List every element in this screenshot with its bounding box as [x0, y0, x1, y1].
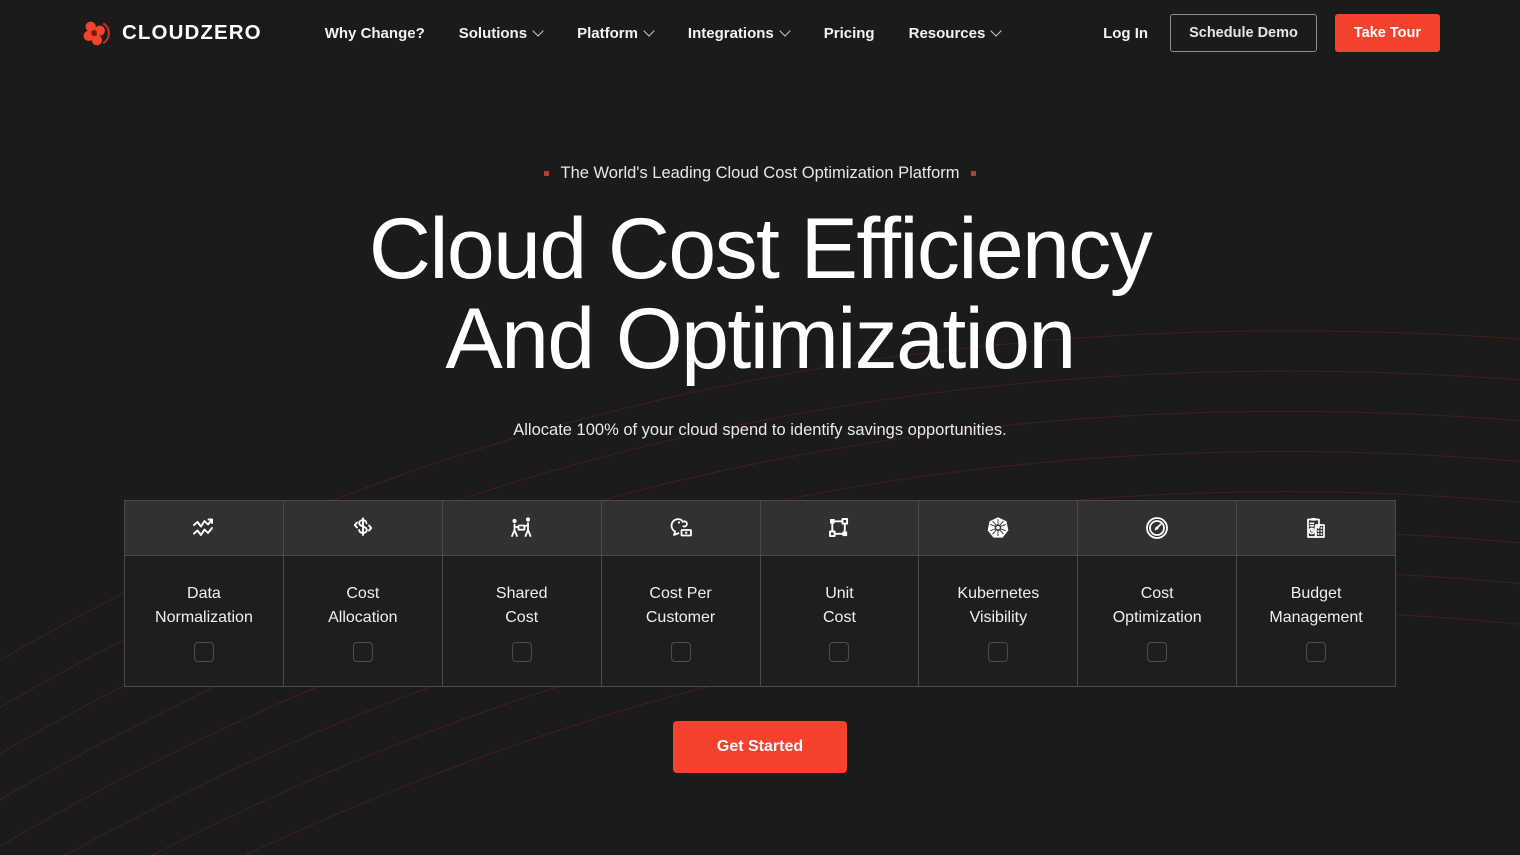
- hero-section: The World's Leading Cloud Cost Optimizat…: [0, 66, 1520, 440]
- nav-label: Why Change?: [324, 24, 425, 42]
- feature-card-shared-cost[interactable]: Shared Cost: [442, 501, 602, 686]
- nav-label: Platform: [577, 24, 638, 42]
- hero-eyebrow: The World's Leading Cloud Cost Optimizat…: [544, 164, 976, 183]
- gauge-icon: [1146, 517, 1169, 539]
- feature-icon-band: [919, 501, 1078, 556]
- dollar-sign-icon: [353, 517, 372, 536]
- feature-card-kubernetes-visibility[interactable]: Kubernetes Visibility: [919, 501, 1079, 686]
- feature-icon-band: [283, 501, 442, 556]
- feature-body: Cost Optimization: [1078, 556, 1236, 686]
- hero-subtitle: Allocate 100% of your cloud spend to ide…: [513, 421, 1007, 439]
- people-sharing-icon: [510, 517, 532, 537]
- hero-title-line-2: And Optimization: [445, 291, 1076, 387]
- feature-label: Cost Optimization: [1112, 585, 1202, 626]
- feature-icon-band: [1078, 501, 1237, 556]
- feature-body: Budget Management: [1237, 556, 1395, 686]
- customer-cost-icon: [670, 518, 692, 537]
- feature-label: Data Normalization: [155, 585, 253, 626]
- feature-card-cost-optimization[interactable]: Cost Optimization: [1078, 501, 1238, 686]
- hero-title-line-1: Cloud Cost Efficiency: [368, 201, 1153, 297]
- feature-image-placeholder: [670, 642, 691, 662]
- hero-eyebrow-text: The World's Leading Cloud Cost Optimizat…: [560, 164, 960, 182]
- header-actions: Log In Schedule Demo Take Tour: [1081, 14, 1440, 52]
- page-title: Cloud Cost Efficiency And Optimization: [0, 204, 1520, 384]
- nav-item-integrations[interactable]: Integrations: [671, 25, 807, 42]
- nav-label: Solutions: [458, 24, 528, 42]
- feature-icon-band: [125, 501, 283, 556]
- nav-item-platform[interactable]: Platform: [560, 25, 671, 42]
- feature-image-placeholder: [511, 642, 532, 662]
- feature-card-unit-cost[interactable]: Unit Cost: [760, 501, 920, 686]
- feature-icon-band: [442, 501, 601, 556]
- feature-card-data-normalization[interactable]: Data Normalization: [125, 501, 284, 686]
- schedule-demo-button[interactable]: Schedule Demo: [1170, 14, 1317, 52]
- feature-body: Cost Allocation: [284, 556, 442, 686]
- feature-label: Shared Cost: [495, 585, 548, 626]
- login-link[interactable]: Log In: [1081, 25, 1170, 42]
- kubernetes-helm-icon: [987, 517, 1009, 538]
- square-bullet-icon: [970, 171, 976, 176]
- chevron-down-icon: [534, 27, 543, 36]
- site-header: CLOUDZERO Why Change? Solutions Platform…: [0, 0, 1520, 66]
- cloudzero-logo-icon: [83, 21, 110, 45]
- brand-wordmark: CLOUDZERO: [122, 21, 262, 44]
- feature-body: Data Normalization: [125, 556, 283, 686]
- nav-label: Integrations: [687, 24, 774, 42]
- nav-label: Pricing: [823, 24, 875, 42]
- take-tour-button[interactable]: Take Tour: [1334, 14, 1440, 52]
- feature-icon-band: [601, 501, 760, 556]
- feature-image-placeholder: [1147, 642, 1168, 662]
- feature-body: Unit Cost: [761, 556, 919, 686]
- main-navigation: Why Change? Solutions Platform Integrati…: [308, 25, 1019, 42]
- nav-item-resources[interactable]: Resources: [892, 25, 1019, 42]
- feature-card-budget-management[interactable]: Budget Management: [1237, 501, 1396, 686]
- feature-image-placeholder: [829, 642, 850, 662]
- chevron-down-icon: [992, 27, 1001, 36]
- feature-label: Cost Allocation: [328, 585, 398, 626]
- feature-card-cost-per-customer[interactable]: Cost Per Customer: [601, 501, 761, 686]
- feature-image-placeholder: [193, 642, 214, 662]
- get-started-button[interactable]: Get Started: [672, 721, 848, 773]
- feature-grid: Data Normalization Cost Allocation Share…: [124, 500, 1396, 687]
- cta-section: Get Started: [0, 721, 1520, 773]
- feature-body: Kubernetes Visibility: [919, 556, 1077, 686]
- brand-logo[interactable]: CLOUDZERO: [80, 18, 262, 49]
- chevron-down-icon: [781, 27, 790, 36]
- feature-image-placeholder: [1306, 642, 1327, 662]
- feature-body: Shared Cost: [443, 556, 601, 686]
- feature-icon-band: [760, 501, 919, 556]
- feature-card-cost-allocation[interactable]: Cost Allocation: [283, 501, 443, 686]
- feature-label: Budget Management: [1269, 585, 1363, 626]
- feature-icon-band: [1237, 501, 1395, 556]
- nav-item-pricing[interactable]: Pricing: [807, 25, 892, 42]
- feature-label: Cost Per Customer: [645, 585, 716, 626]
- nav-item-why-change[interactable]: Why Change?: [308, 25, 442, 42]
- square-bullet-icon: [544, 171, 550, 176]
- chevron-down-icon: [645, 27, 654, 36]
- feature-body: Cost Per Customer: [602, 556, 760, 686]
- nav-item-solutions[interactable]: Solutions: [442, 25, 560, 42]
- selection-nodes-icon: [829, 518, 849, 538]
- feature-image-placeholder: [352, 642, 373, 662]
- feature-image-placeholder: [988, 642, 1009, 662]
- nav-label: Resources: [908, 24, 986, 42]
- clipboard-report-icon: [1307, 518, 1325, 538]
- feature-label: Unit Cost: [822, 585, 856, 626]
- wave-chart-icon: [192, 518, 213, 536]
- feature-label: Kubernetes Visibility: [957, 585, 1040, 626]
